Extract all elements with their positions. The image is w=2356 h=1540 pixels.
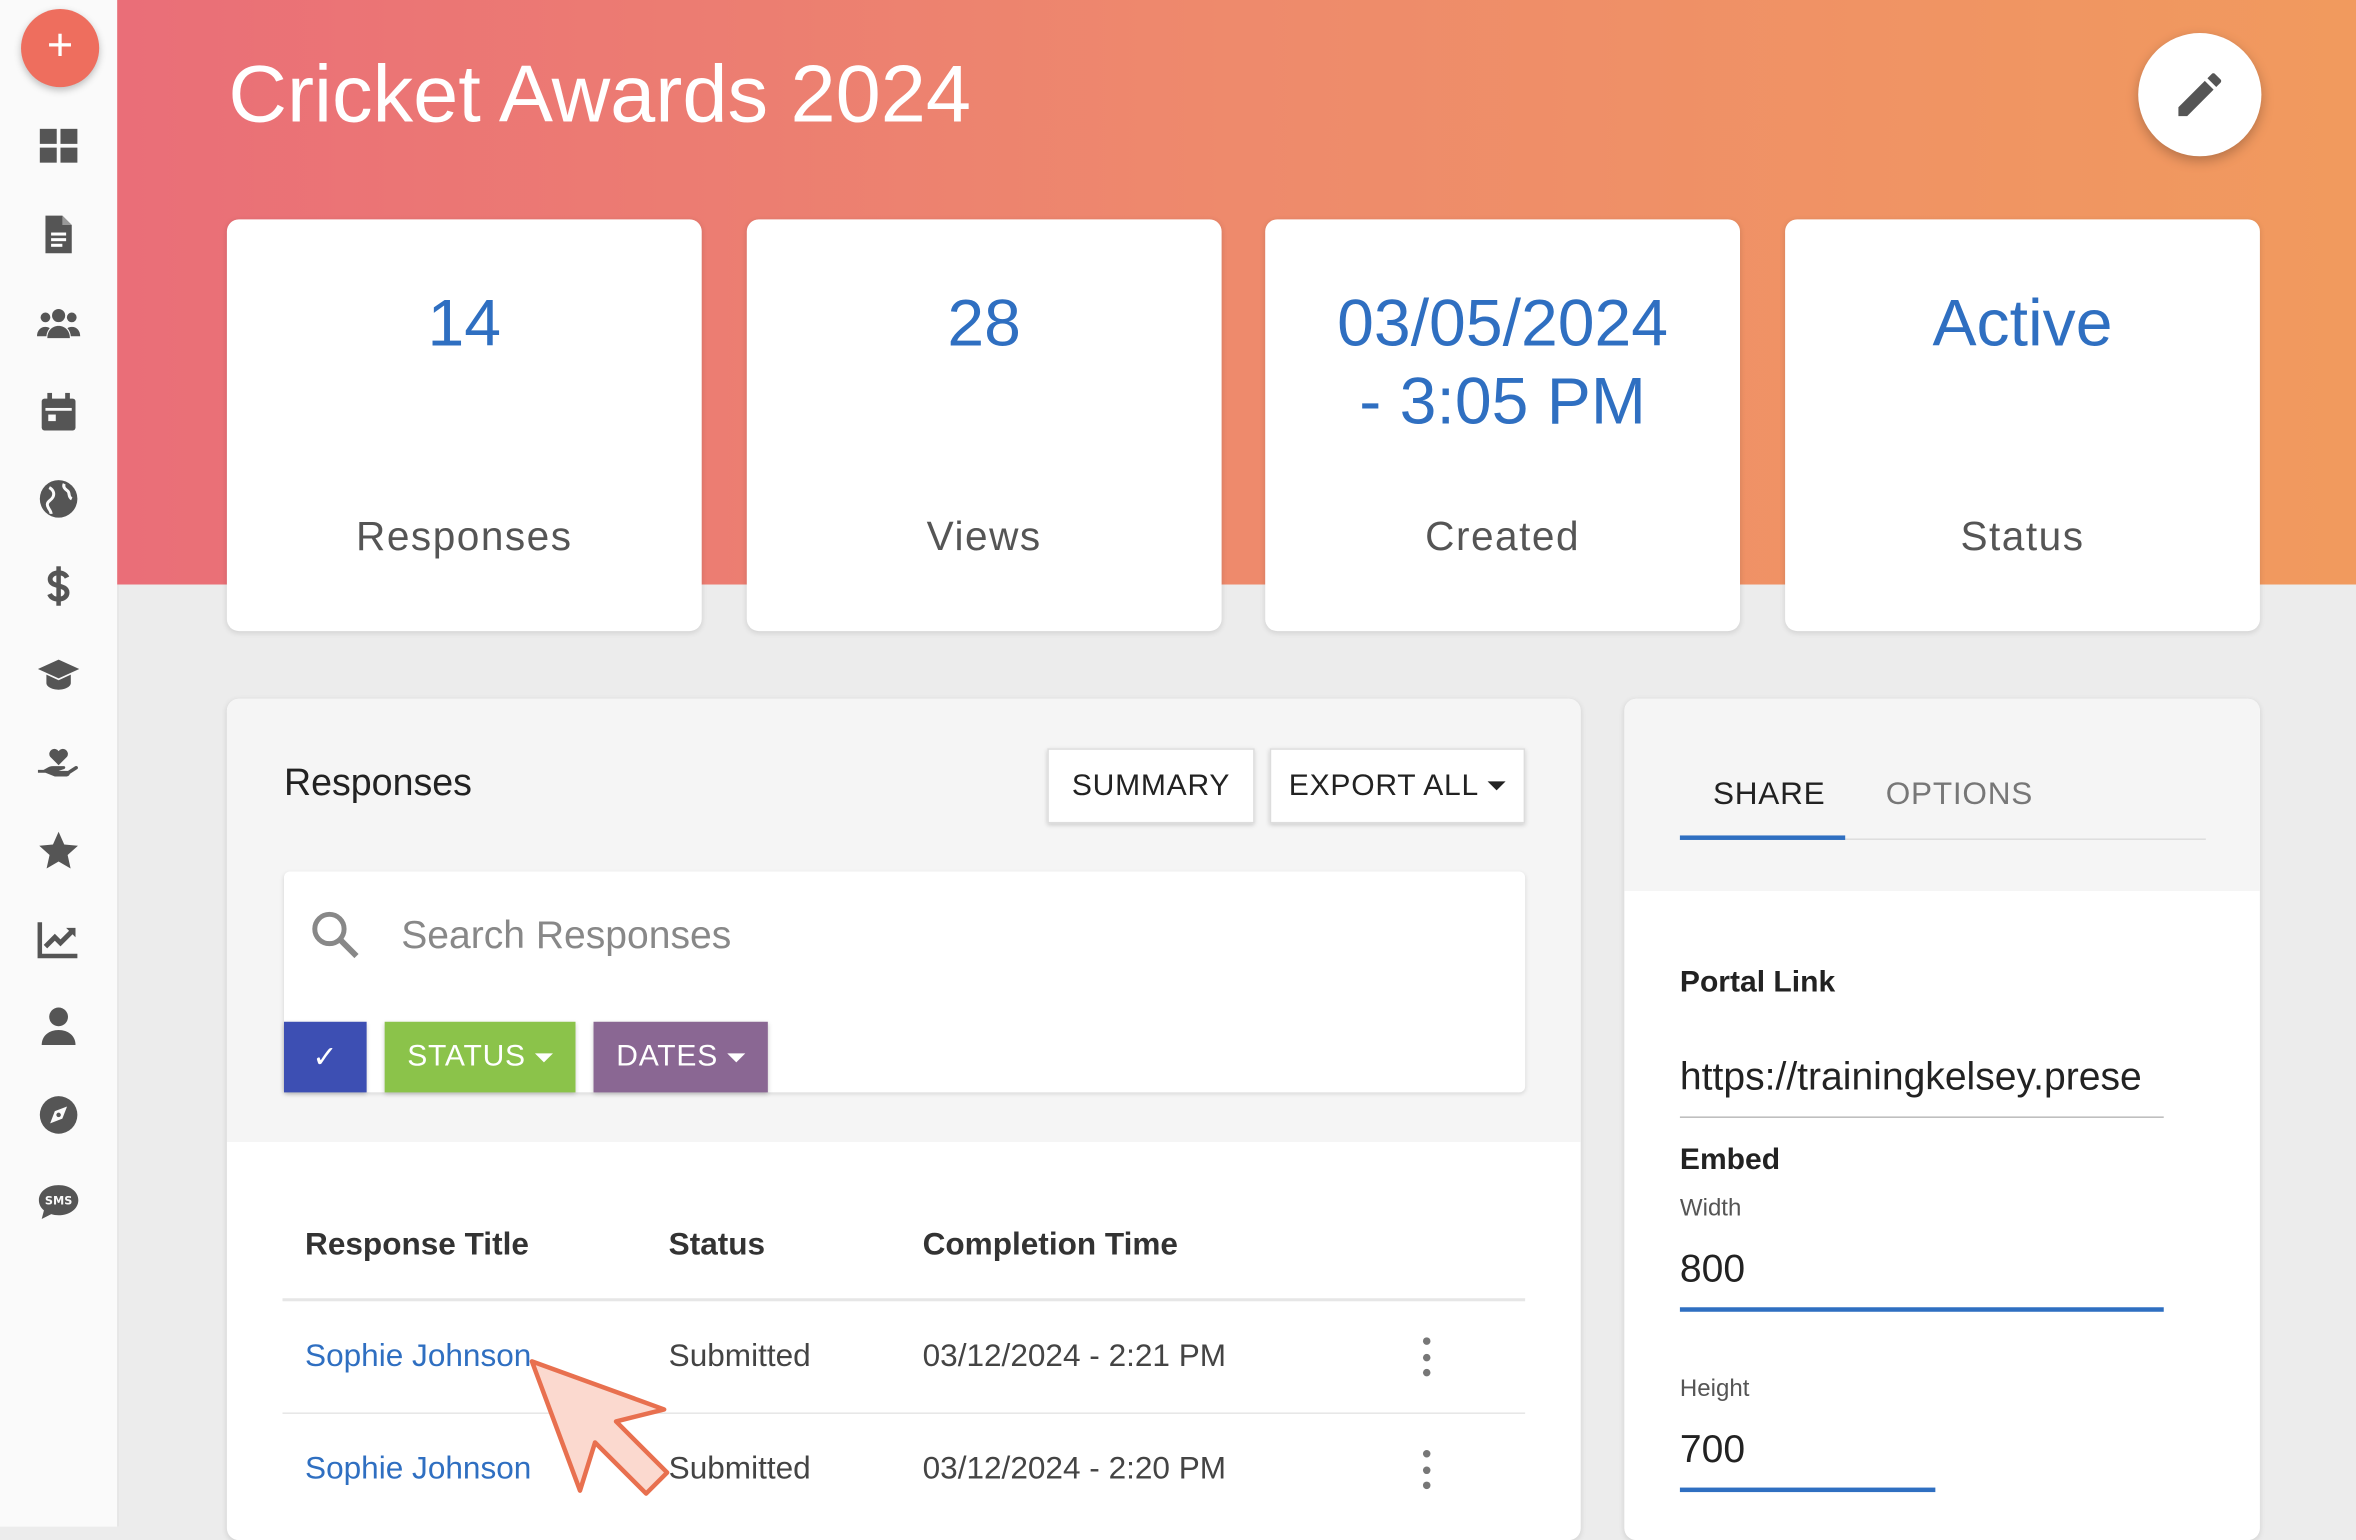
globe-icon bbox=[39, 480, 78, 518]
stat-card-views: 28 Views bbox=[746, 219, 1222, 632]
width-field[interactable]: 800 bbox=[1680, 1246, 1745, 1293]
document-icon bbox=[45, 215, 72, 254]
tab-options[interactable]: OPTIONS bbox=[1886, 777, 2033, 813]
dates-filter-button[interactable]: DATES bbox=[593, 1021, 768, 1093]
caret-down-icon bbox=[534, 1052, 553, 1062]
row-menu-icon[interactable] bbox=[1418, 1337, 1433, 1377]
tab-share[interactable]: SHARE bbox=[1713, 777, 1825, 813]
response-title-link[interactable]: Sophie Johnson bbox=[305, 1452, 531, 1488]
search-input[interactable] bbox=[401, 898, 1454, 971]
compass-icon bbox=[39, 1096, 78, 1134]
stat-value: Active bbox=[1932, 286, 2113, 361]
status-filter-label: STATUS bbox=[407, 1039, 526, 1073]
sidebar: + SMS bbox=[0, 0, 119, 1527]
table-divider bbox=[282, 1298, 1526, 1302]
column-header-completion-time[interactable]: Completion Time bbox=[923, 1228, 1178, 1264]
caret-down-icon bbox=[1487, 781, 1507, 791]
dollar-icon bbox=[47, 566, 70, 606]
table-divider bbox=[282, 1412, 1526, 1414]
response-completion-time: 03/12/2024 - 2:20 PM bbox=[922, 1451, 1227, 1487]
sidebar-item-donations[interactable] bbox=[30, 735, 87, 792]
embed-label: Embed bbox=[1679, 1143, 1781, 1177]
column-header-status[interactable]: Status bbox=[669, 1228, 765, 1264]
sidebar-item-users[interactable] bbox=[30, 295, 87, 352]
sms-badge: SMS bbox=[45, 1195, 72, 1208]
stat-value: 03/05/2024 - 3:05 PM bbox=[1337, 286, 1669, 439]
height-field[interactable]: 700 bbox=[1680, 1426, 1745, 1473]
calendar-icon bbox=[41, 392, 76, 431]
search-icon bbox=[312, 911, 359, 959]
portal-link-field[interactable]: https://trainingkelsey.prese bbox=[1680, 1053, 2164, 1100]
user-icon bbox=[41, 1007, 76, 1046]
summary-button-label: SUMMARY bbox=[1071, 768, 1231, 802]
row-menu-icon[interactable] bbox=[1418, 1450, 1433, 1490]
sidebar-item-documents[interactable] bbox=[30, 206, 87, 263]
add-button[interactable]: + bbox=[21, 9, 100, 88]
portal-link-label: Portal Link bbox=[1679, 966, 1836, 1000]
active-tab-indicator bbox=[1679, 835, 1846, 840]
height-label: Height bbox=[1679, 1376, 1750, 1402]
sidebar-item-sms[interactable]: SMS bbox=[30, 1174, 87, 1231]
hand-heart-icon bbox=[37, 748, 78, 777]
stat-label: Created bbox=[1425, 513, 1581, 559]
sidebar-item-dashboard[interactable] bbox=[30, 117, 87, 174]
stat-card-created: 03/05/2024 - 3:05 PM Created bbox=[1265, 219, 1741, 632]
stat-label: Responses bbox=[356, 513, 573, 559]
response-status: Submitted bbox=[668, 1451, 811, 1487]
pencil-icon bbox=[2178, 73, 2222, 117]
users-icon bbox=[37, 308, 81, 339]
sidebar-item-education[interactable] bbox=[30, 646, 87, 703]
portal-link-underline bbox=[1679, 1116, 2164, 1118]
edit-button[interactable] bbox=[2138, 33, 2262, 157]
sidebar-item-reports[interactable] bbox=[30, 911, 87, 968]
response-status: Submitted bbox=[668, 1338, 811, 1374]
sidebar-item-favorites[interactable] bbox=[30, 822, 87, 879]
column-header-title[interactable]: Response Title bbox=[305, 1228, 529, 1264]
stat-card-responses: 14 Responses bbox=[226, 219, 702, 632]
responses-panel: Responses SUMMARY EXPORT ALL ✓ STATUS DA… bbox=[226, 698, 1581, 1540]
sidebar-item-calendar[interactable] bbox=[30, 383, 87, 440]
height-field-underline bbox=[1679, 1487, 1936, 1493]
stat-label: Status bbox=[1960, 513, 2085, 559]
sms-icon: SMS bbox=[38, 1185, 79, 1219]
stat-card-status: Active Status bbox=[1785, 219, 2260, 632]
export-all-button[interactable]: EXPORT ALL bbox=[1269, 748, 1526, 824]
export-all-label: EXPORT ALL bbox=[1288, 768, 1479, 802]
stat-value: 14 bbox=[427, 286, 502, 361]
stat-value: 28 bbox=[947, 286, 1021, 361]
graduation-cap-icon bbox=[37, 659, 80, 690]
check-icon: ✓ bbox=[312, 1041, 339, 1075]
star-icon bbox=[39, 831, 78, 869]
sidebar-item-web[interactable] bbox=[30, 470, 87, 527]
responses-title: Responses bbox=[283, 761, 472, 804]
caret-down-icon bbox=[727, 1052, 746, 1062]
cursor-pointer-icon bbox=[529, 1359, 670, 1496]
width-label: Width bbox=[1679, 1196, 1742, 1222]
dates-filter-label: DATES bbox=[616, 1039, 719, 1073]
sidebar-item-profile[interactable] bbox=[30, 998, 87, 1055]
response-title-link[interactable]: Sophie Johnson bbox=[305, 1339, 531, 1375]
sidebar-item-payments[interactable] bbox=[30, 557, 87, 614]
search-card: ✓ STATUS DATES bbox=[283, 871, 1526, 1093]
response-completion-time: 03/12/2024 - 2:21 PM bbox=[922, 1338, 1227, 1374]
stat-label: Views bbox=[926, 513, 1042, 559]
width-field-underline bbox=[1679, 1307, 2164, 1312]
status-filter-button[interactable]: STATUS bbox=[384, 1021, 576, 1093]
summary-button[interactable]: SUMMARY bbox=[1047, 748, 1255, 824]
chart-line-icon bbox=[37, 922, 78, 959]
dashboard-icon bbox=[39, 128, 78, 163]
page-title: Cricket Awards 2024 bbox=[228, 49, 972, 140]
sidebar-item-explore[interactable] bbox=[30, 1086, 87, 1143]
share-panel: SHARE OPTIONS Portal Link https://traini… bbox=[1624, 698, 2260, 1540]
select-all-filter-button[interactable]: ✓ bbox=[283, 1021, 367, 1093]
